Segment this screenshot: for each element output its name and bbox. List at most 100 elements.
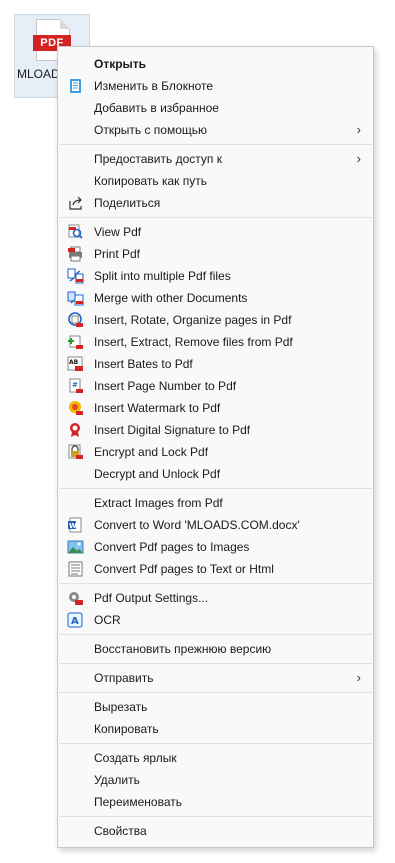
menu-item-split-into-multiple-pdf-files[interactable]: Split into multiple Pdf files — [58, 265, 373, 287]
word-icon: W — [67, 517, 84, 533]
menu-item-label: Копировать — [94, 722, 159, 736]
svg-text:AB: AB — [69, 359, 79, 366]
menu-item-label: Открыть — [94, 57, 147, 71]
menu-item-свойства[interactable]: Свойства — [58, 820, 373, 842]
menu-item-label: Insert Watermark to Pdf — [94, 401, 221, 415]
menu-item-insert-bates-to-pdf[interactable]: AB Insert Bates to Pdf — [58, 353, 373, 375]
menu-item-label: Convert Pdf pages to Text or Html — [94, 562, 274, 576]
menu-item-label: Print Pdf — [94, 247, 141, 261]
menu-item-insert-watermark-to-pdf[interactable]: Insert Watermark to Pdf — [58, 397, 373, 419]
share-icon — [67, 195, 84, 211]
menu-item-label: Добавить в избранное — [94, 101, 219, 115]
svg-text:#: # — [72, 381, 78, 389]
menu-item-view-pdf[interactable]: View Pdf — [58, 221, 373, 243]
menu-item-pdf-output-settings[interactable]: Pdf Output Settings... — [58, 587, 373, 609]
extract-files-icon — [67, 334, 84, 350]
menu-separator — [59, 583, 372, 584]
menu-item-insert-extract-remove-files-from-pdf[interactable]: Insert, Extract, Remove files from Pdf — [58, 331, 373, 353]
context-menu: Открыть Изменить в Блокноте Добавить в изб… — [57, 46, 374, 848]
menu-item-label: Предоставить доступ к — [94, 152, 222, 166]
text-doc-icon — [67, 561, 84, 577]
menu-item-label: Insert Bates to Pdf — [94, 357, 193, 371]
menu-separator — [59, 217, 372, 218]
menu-item-label: OCR — [94, 613, 121, 627]
menu-item-создать-ярлык[interactable]: Создать ярлык — [58, 747, 373, 769]
signature-icon — [67, 422, 84, 438]
menu-item-label: Создать ярлык — [94, 751, 177, 765]
menu-item-удалить[interactable]: Удалить — [58, 769, 373, 791]
bates-icon: AB — [67, 356, 84, 372]
svg-text:A: A — [71, 616, 79, 627]
menu-item-восстановить-прежнюю-версию[interactable]: Восстановить прежнюю версию — [58, 638, 373, 660]
menu-item-label: Pdf Output Settings... — [94, 591, 209, 605]
menu-item-вырезать[interactable]: Вырезать — [58, 696, 373, 718]
menu-item-insert-page-number-to-pdf[interactable]: # Insert Page Number to Pdf — [58, 375, 373, 397]
menu-item-label: Extract Images from Pdf — [94, 496, 223, 510]
view-pdf-icon — [67, 224, 84, 240]
menu-item-label: Восстановить прежнюю версию — [94, 642, 272, 656]
menu-item-convert-pdf-pages-to-images[interactable]: Convert Pdf pages to Images — [58, 536, 373, 558]
menu-separator — [59, 692, 372, 693]
menu-item-convert-pdf-pages-to-text-or-html[interactable]: Convert Pdf pages to Text or Html — [58, 558, 373, 580]
organize-pages-icon — [67, 312, 84, 328]
menu-separator — [59, 488, 372, 489]
menu-item-label: Merge with other Documents — [94, 291, 248, 305]
menu-item-label: Insert Digital Signature to Pdf — [94, 423, 251, 437]
ocr-icon: A — [67, 612, 84, 628]
menu-item-extract-images-from-pdf[interactable]: Extract Images from Pdf — [58, 492, 373, 514]
merge-pdf-icon — [67, 290, 84, 306]
menu-item-добавить-в-избранное[interactable]: Добавить в избранное — [58, 97, 373, 119]
menu-item-label: Insert Page Number to Pdf — [94, 379, 237, 393]
menu-item-label: Convert Pdf pages to Images — [94, 540, 250, 554]
svg-text:W: W — [69, 522, 77, 530]
menu-item-label: Свойства — [94, 824, 147, 838]
menu-item-decrypt-and-unlock-pdf[interactable]: Decrypt and Unlock Pdf — [58, 463, 373, 485]
split-pdf-icon — [67, 268, 84, 284]
menu-item-label: Открыть с помощью — [94, 123, 208, 137]
menu-item-предоставить-доступ-к[interactable]: Предоставить доступ к › — [58, 148, 373, 170]
menu-item-label: Переименовать — [94, 795, 182, 809]
lock-icon — [67, 444, 84, 460]
menu-item-ocr[interactable]: A OCR — [58, 609, 373, 631]
watermark-icon — [67, 400, 84, 416]
chevron-right-icon: › — [356, 151, 361, 166]
menu-item-merge-with-other-documents[interactable]: Merge with other Documents — [58, 287, 373, 309]
menu-item-label: Изменить в Блокноте — [94, 79, 214, 93]
menu-item-convert-to-word-mloads-com-docx[interactable]: W Convert to Word 'MLOADS.COM.docx' — [58, 514, 373, 536]
image-icon — [67, 539, 84, 555]
menu-item-print-pdf[interactable]: Print Pdf — [58, 243, 373, 265]
menu-item-открыть[interactable]: Открыть — [58, 53, 373, 75]
chevron-right-icon: › — [356, 122, 361, 137]
settings-pdf-icon — [67, 590, 84, 606]
menu-separator — [59, 663, 372, 664]
menu-item-label: Отправить — [94, 671, 154, 685]
menu-item-label: Удалить — [94, 773, 140, 787]
menu-item-label: Convert to Word 'MLOADS.COM.docx' — [94, 518, 300, 532]
menu-item-label: Копировать как путь — [94, 174, 207, 188]
menu-item-label: Decrypt and Unlock Pdf — [94, 467, 221, 481]
menu-item-insert-digital-signature-to-pdf[interactable]: Insert Digital Signature to Pdf — [58, 419, 373, 441]
menu-item-label: View Pdf — [94, 225, 142, 239]
menu-separator — [59, 144, 372, 145]
menu-separator — [59, 634, 372, 635]
menu-item-label: Encrypt and Lock Pdf — [94, 445, 209, 459]
menu-item-label: Split into multiple Pdf files — [94, 269, 231, 283]
menu-item-insert-rotate-organize-pages-in-pdf[interactable]: Insert, Rotate, Organize pages in Pdf — [58, 309, 373, 331]
menu-item-изменить-в-блокноте[interactable]: Изменить в Блокноте — [58, 75, 373, 97]
menu-item-label: Вырезать — [94, 700, 148, 714]
notepad-icon — [67, 78, 84, 94]
menu-item-поделиться[interactable]: Поделиться — [58, 192, 373, 214]
menu-item-label: Поделиться — [94, 196, 161, 210]
menu-separator — [59, 743, 372, 744]
menu-item-label: Insert, Extract, Remove files from Pdf — [94, 335, 293, 349]
menu-item-открыть-с-помощью[interactable]: Открыть с помощью › — [58, 119, 373, 141]
page-number-icon: # — [67, 378, 84, 394]
menu-item-копировать[interactable]: Копировать — [58, 718, 373, 740]
chevron-right-icon: › — [356, 670, 361, 685]
menu-item-переименовать[interactable]: Переименовать — [58, 791, 373, 813]
menu-item-label: Insert, Rotate, Organize pages in Pdf — [94, 313, 292, 327]
menu-item-копировать-как-путь[interactable]: Копировать как путь — [58, 170, 373, 192]
menu-separator — [59, 816, 372, 817]
menu-item-отправить[interactable]: Отправить › — [58, 667, 373, 689]
menu-item-encrypt-and-lock-pdf[interactable]: Encrypt and Lock Pdf — [58, 441, 373, 463]
